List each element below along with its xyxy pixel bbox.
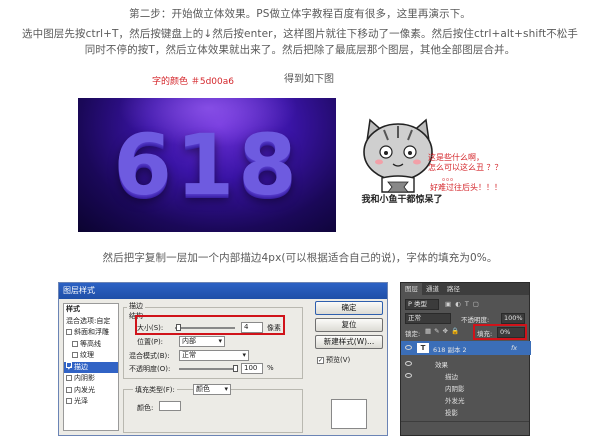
tab-channels[interactable]: 通道 [422, 283, 443, 295]
chevron-down-icon: ▾ [242, 351, 246, 359]
blend-options-item[interactable]: 混合选项:自定 [64, 316, 118, 328]
fill-type-select[interactable]: 颜色 ▾ [193, 384, 231, 395]
opacity-unit: % [267, 364, 274, 372]
layer-opacity-label: 不透明度: [461, 316, 490, 324]
effect-stroke[interactable]: 描边 [445, 371, 458, 381]
color-swatch[interactable] [159, 401, 181, 411]
style-item-texture[interactable]: 纹理 [64, 350, 118, 362]
filter-icons[interactable]: ▣◐T▢ [445, 300, 575, 308]
speech-line-4: 好难过往后头！！！ [430, 183, 502, 192]
text-layer-icon: T [417, 343, 429, 353]
preview-toggle[interactable]: ✓ 预览(V) [317, 355, 350, 365]
layers-panel: 图层 通道 路径 P 类型 ▣◐T▢ 正常 不透明度: 100% 锁定: ▦✎✥🔒 … [400, 282, 531, 436]
style-item-inner-glow[interactable]: 内发光 [64, 385, 118, 397]
opacity-input[interactable]: 100 [241, 363, 263, 374]
opacity-label: 不透明度(O): [129, 365, 171, 373]
style-item-contour[interactable]: 等高线 [64, 339, 118, 351]
ok-button[interactable]: 确定 [315, 301, 383, 315]
layer-row-selected[interactable]: T 618 副本 2 fx [401, 341, 531, 355]
fx-badge: fx [511, 344, 518, 352]
meme-caption: 我和小鱼干都惊呆了 [361, 195, 443, 205]
new-style-button[interactable]: 新建样式(W)... [315, 335, 383, 349]
blend-mode-dropdown[interactable]: 正常 [405, 313, 451, 324]
font-color-note: 字的颜色 ＃5d00a6 [152, 77, 234, 87]
eye-icon[interactable] [405, 345, 412, 350]
style-item-stroke[interactable]: ✓描边 [64, 361, 118, 373]
blend-mode-select[interactable]: 正常 ▾ [179, 350, 249, 361]
speech-line-2: 怎么可以这么丑 ？？ [428, 163, 503, 172]
hero-banner-image: 618 [78, 98, 336, 232]
style-preview-swatch [331, 399, 367, 429]
layer-divider [401, 421, 529, 422]
style-item-inner-shadow[interactable]: 内阴影 [64, 373, 118, 385]
dialog-title: 图层样式 [59, 283, 387, 299]
effect-drop-shadow[interactable]: 投影 [445, 407, 458, 417]
layers-panel-tabs: 图层 通道 路径 [401, 283, 529, 295]
opacity-slider-knob[interactable] [233, 365, 238, 372]
checkbox[interactable] [66, 329, 72, 335]
fill-type-label: 填充类型(F): [133, 385, 177, 395]
chevron-down-icon: ▾ [218, 337, 222, 345]
position-label: 位置(P): [137, 338, 164, 346]
banner-number: 618 [113, 116, 301, 214]
instruction-line-2: 同时不停的按T，然后立体效果就出来了。然后把除了最底层那个图层，其他全部图层合并… [84, 44, 516, 56]
tab-layers[interactable]: 图层 [401, 283, 422, 295]
layer-style-dialog: 图层样式 样式 混合选项:自定 斜面和浮雕 等高线 纹理 ✓描边 内阴影 内发光… [58, 282, 388, 436]
highlight-size-box [135, 315, 285, 335]
chevron-down-icon: ▾ [224, 385, 228, 393]
checkbox[interactable] [66, 386, 72, 393]
effect-inner-shadow[interactable]: 内阴影 [445, 383, 465, 393]
checkbox[interactable] [72, 340, 78, 347]
checkbox[interactable] [66, 398, 72, 404]
eye-icon[interactable] [405, 373, 412, 378]
step-heading: 第二步：开始做立体效果。PS做立体字教程百度有很多，这里再演示下。 [129, 8, 471, 20]
styles-list: 样式 混合选项:自定 斜面和浮雕 等高线 纹理 ✓描边 内阴影 内发光 光泽 [63, 303, 119, 431]
checkbox[interactable] [72, 352, 78, 358]
opacity-slider-track[interactable] [179, 368, 235, 370]
checkbox[interactable] [66, 375, 72, 381]
checkbox-checked[interactable]: ✓ [317, 357, 324, 364]
style-item-bevel[interactable]: 斜面和浮雕 [64, 327, 118, 339]
blend-mode-label: 混合模式(B): [129, 352, 170, 360]
effects-label: 效果 [435, 361, 448, 369]
position-select[interactable]: 内部 ▾ [179, 336, 225, 347]
layer-name[interactable]: 618 副本 2 [433, 344, 467, 354]
effect-outer-glow[interactable]: 外发光 [445, 395, 465, 405]
color-label: 颜色: [137, 404, 154, 412]
eye-icon[interactable] [405, 361, 412, 366]
tab-paths[interactable]: 路径 [443, 283, 464, 295]
stroke-section-title: 描边 [127, 301, 145, 311]
style-item-satin[interactable]: 光泽 [64, 396, 118, 408]
reset-button[interactable]: 复位 [315, 318, 383, 332]
layer-kind-filter[interactable]: P 类型 [405, 299, 439, 310]
result-caption: 得到如下图 [284, 74, 334, 85]
instruction-line-1: 选中图层先按ctrl+T，然后按键盘上的↓然后按enter，这样图片就往下移动了… [22, 28, 578, 40]
highlight-fill-box [473, 324, 527, 340]
checkbox-checked[interactable]: ✓ [66, 361, 73, 372]
copy-instruction: 然后把字复制一层加一个内部描边4px(可以根据适合自己的说)，字体的填充为0%。 [102, 252, 498, 264]
styles-header[interactable]: 样式 [64, 304, 118, 316]
layer-opacity-input[interactable]: 100% [501, 313, 525, 324]
